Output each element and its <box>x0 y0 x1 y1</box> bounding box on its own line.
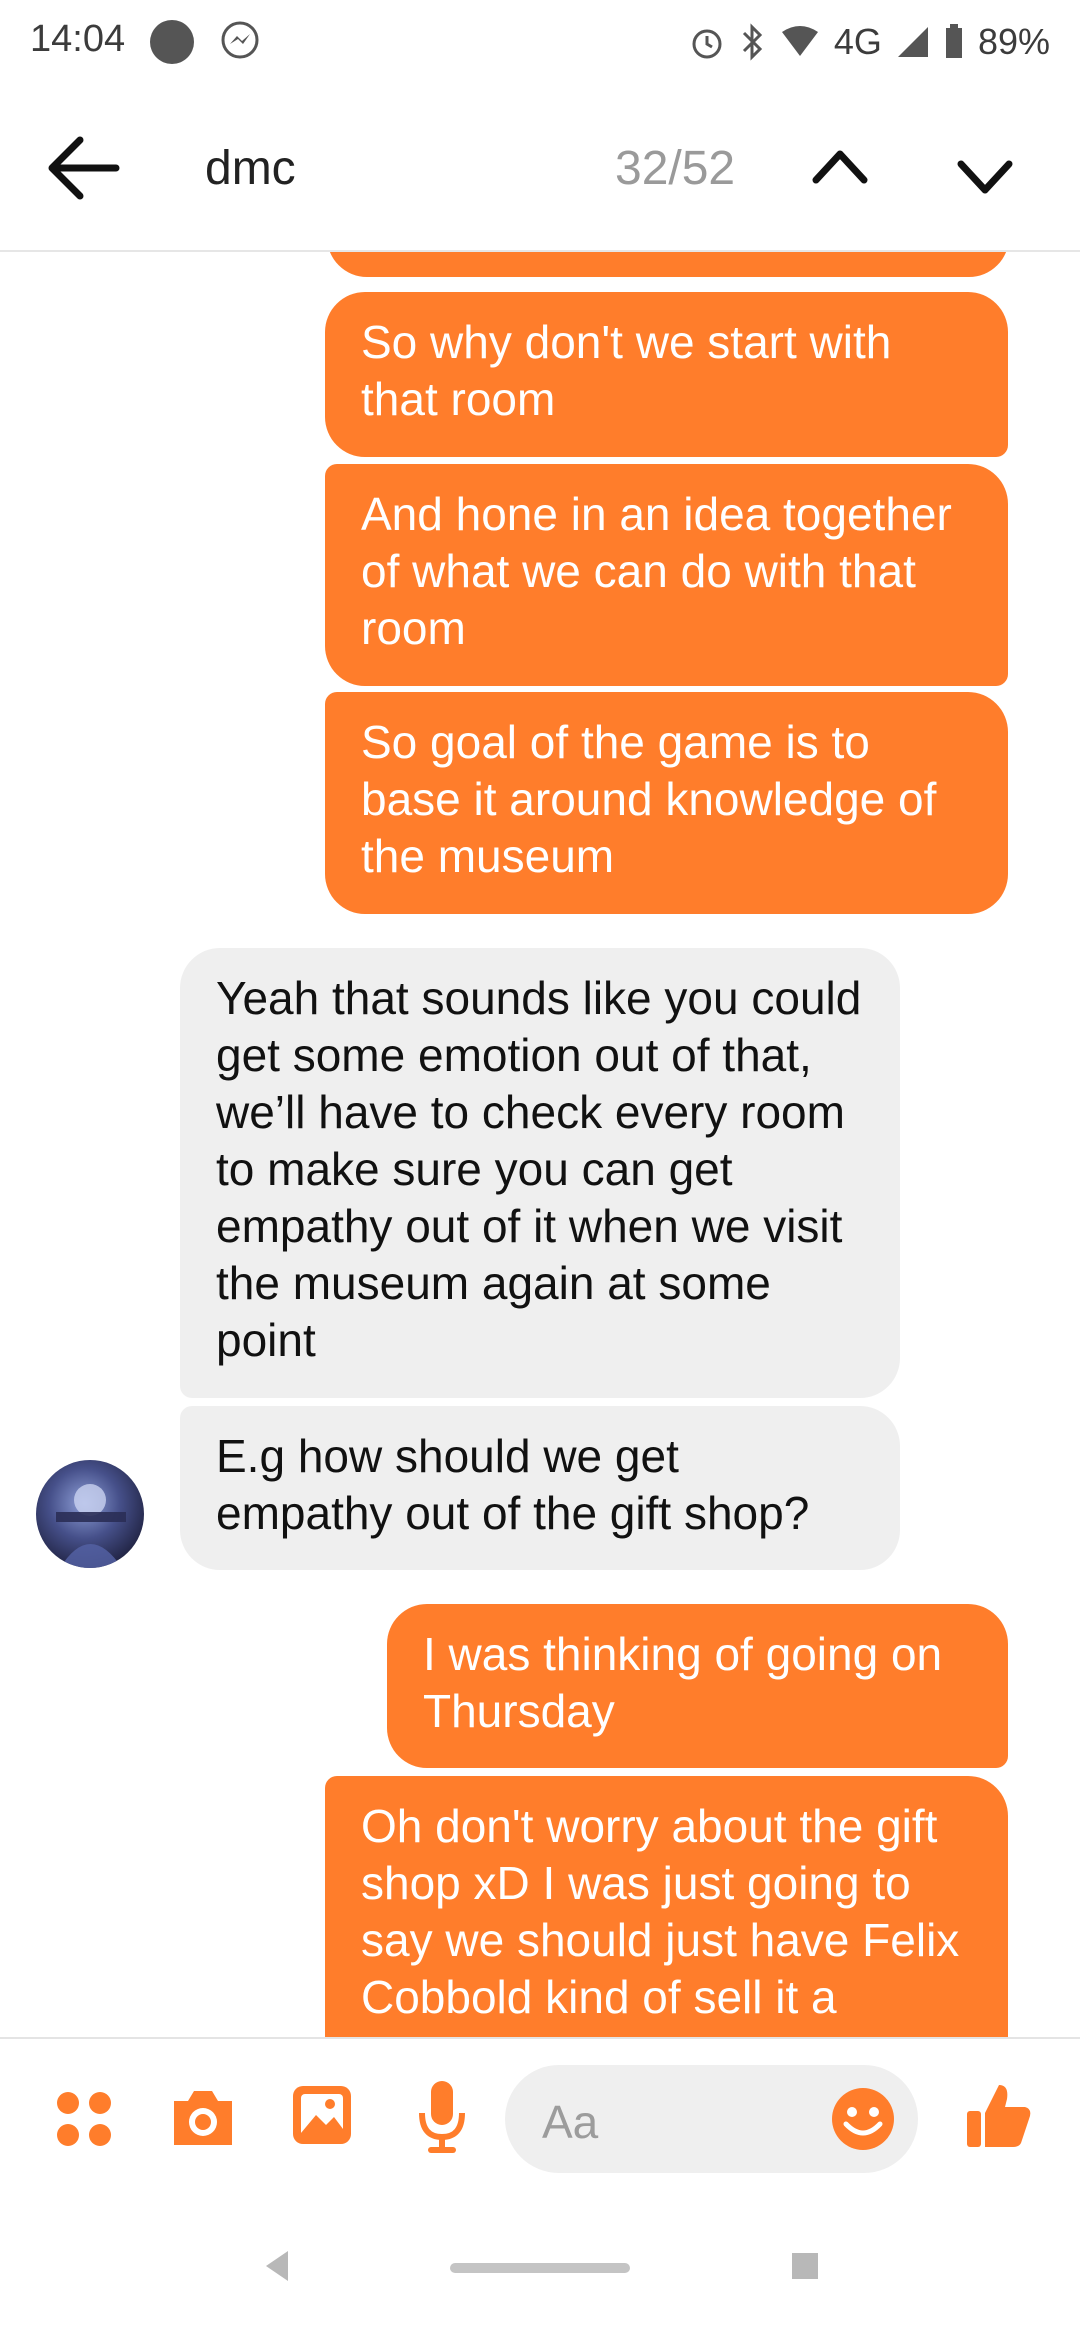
search-query[interactable]: dmc <box>205 141 296 196</box>
message-input[interactable]: Aa <box>505 2065 918 2173</box>
search-header: dmc 32/52 <box>0 84 1080 252</box>
message-bubble[interactable]: So why don't we start with that room <box>325 292 1008 457</box>
nav-back-icon[interactable] <box>262 2249 292 2283</box>
next-result-icon[interactable] <box>955 152 1015 202</box>
message-bubble[interactable]: Yeah that sounds like you could get some… <box>180 948 900 1398</box>
back-arrow-icon[interactable] <box>46 134 120 202</box>
bluetooth-icon <box>740 23 766 61</box>
message-list[interactable]: So why don't we start with that room And… <box>0 252 1080 2037</box>
alarm-icon <box>688 23 726 61</box>
wifi-icon <box>780 26 820 58</box>
gallery-icon[interactable] <box>290 2083 354 2147</box>
status-time: 14:04 <box>30 18 126 60</box>
apps-icon[interactable] <box>54 2089 114 2149</box>
emoji-icon[interactable] <box>830 2086 896 2152</box>
previous-result-icon[interactable] <box>810 142 870 192</box>
status-bar: 14:04 4G 89% <box>0 0 1080 84</box>
message-bubble[interactable]: Oh don't worry about the gift shop xD I … <box>325 1776 1008 2037</box>
messenger-icon <box>221 21 259 59</box>
nav-home-pill[interactable] <box>450 2263 630 2273</box>
camera-icon[interactable] <box>168 2087 238 2149</box>
search-result-counter: 32/52 <box>615 142 736 195</box>
message-bubble[interactable]: So goal of the game is to base it around… <box>325 692 1008 914</box>
message-bubble[interactable]: And hone in an idea together of what we … <box>325 464 1008 686</box>
microphone-icon[interactable] <box>414 2077 470 2157</box>
battery-icon <box>944 24 964 60</box>
thumbs-up-icon[interactable] <box>963 2079 1035 2151</box>
signal-icon <box>896 25 930 59</box>
nav-recents-icon[interactable] <box>792 2253 818 2279</box>
message-bubble[interactable]: E.g how should we get empathy out of the… <box>180 1406 900 1570</box>
system-navigation-bar <box>0 2207 1080 2340</box>
message-input-placeholder: Aa <box>542 2096 599 2148</box>
contact-avatar[interactable] <box>36 1460 144 1568</box>
message-composer: Aa <box>0 2037 1080 2207</box>
battery-level: 89% <box>977 21 1050 62</box>
message-bubble[interactable]: I was thinking of going on Thursday <box>387 1604 1008 1768</box>
notification-dot-icon <box>150 20 194 64</box>
message-bubble-partial[interactable] <box>327 252 1009 277</box>
network-type: 4G <box>833 21 882 62</box>
